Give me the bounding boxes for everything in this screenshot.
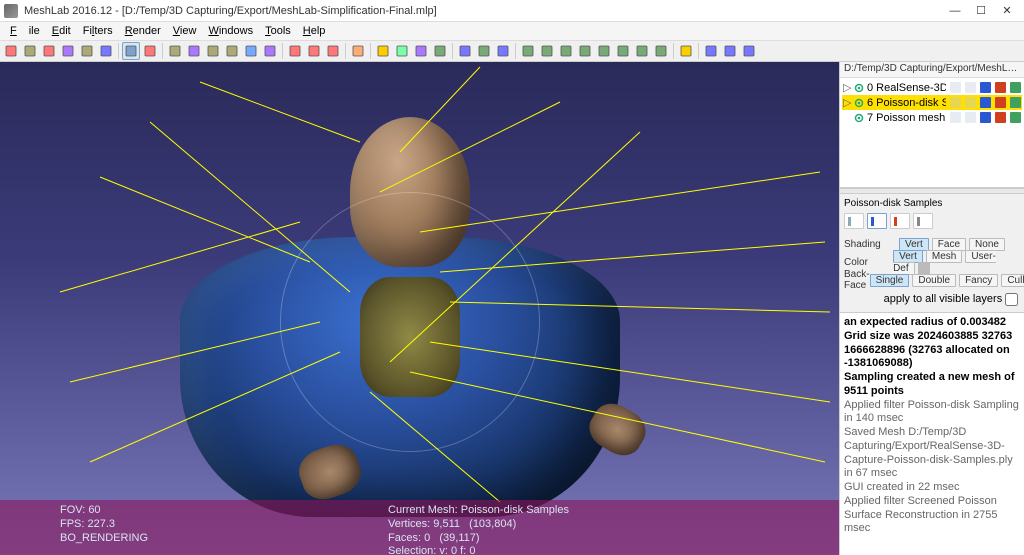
stats-right: Current Mesh: Poisson-disk Samples Verti… [388, 504, 569, 551]
open-button[interactable] [21, 42, 39, 60]
align-button[interactable] [456, 42, 474, 60]
layer-list[interactable]: ▷ 0 RealSense-3D-Capture * ▷ 6 Poisson-disk… [840, 78, 1024, 188]
layer-row[interactable]: 7 Poisson mesh [842, 110, 1022, 125]
filterD-button[interactable] [576, 42, 594, 60]
layer-name: 0 RealSense-3D-Capture * [867, 82, 946, 94]
paint-button[interactable] [494, 42, 512, 60]
rm-tab-2[interactable] [867, 213, 887, 229]
toolbar [0, 40, 1024, 62]
filterA-button[interactable] [519, 42, 537, 60]
menu-bar: File Edit Filters Render View Windows To… [0, 22, 1024, 40]
light-button[interactable] [374, 42, 392, 60]
window-title: MeshLab 2016.12 - [D:/Temp/3D Capturing/… [24, 5, 942, 17]
trackball-arc [280, 192, 540, 452]
project-path: D:/Temp/3D Capturing/Export/MeshLab-Simp… [840, 62, 1024, 78]
layer-name: 6 Poisson-disk Samples [867, 97, 946, 109]
reload-button[interactable] [59, 42, 77, 60]
apply-all-checkbox[interactable] [1005, 293, 1018, 306]
toolY-button[interactable] [721, 42, 739, 60]
new-project-button[interactable] [2, 42, 20, 60]
menu-filters[interactable]: Filters [77, 24, 119, 38]
backface-label: Back-Face [844, 269, 870, 291]
bbox-button[interactable] [166, 42, 184, 60]
selected-layer-name: Poisson-disk Samples [844, 196, 1020, 211]
menu-help[interactable]: Help [297, 24, 332, 38]
toolX-button[interactable] [702, 42, 720, 60]
shading-label: Shading [844, 239, 899, 250]
filterC-button[interactable] [557, 42, 575, 60]
render-mode-tabs [844, 211, 1020, 235]
log-panel[interactable]: an expected radius of 0.003482Grid size … [840, 312, 1024, 555]
filterG-button[interactable] [633, 42, 651, 60]
select-vert-button[interactable] [286, 42, 304, 60]
expand-icon[interactable]: ▷ [843, 96, 851, 109]
show-raster-button[interactable] [141, 42, 159, 60]
layer-properties: Poisson-disk Samples Shading VertFaceNon… [840, 194, 1024, 312]
maximize-button[interactable]: ☐ [968, 2, 994, 20]
points-button[interactable] [185, 42, 203, 60]
mesh-render [170, 117, 650, 507]
menu-file[interactable]: File [4, 24, 46, 38]
backface-button[interactable] [393, 42, 411, 60]
select-face-button[interactable] [305, 42, 323, 60]
filterH-button[interactable] [652, 42, 670, 60]
layer-row[interactable]: ▷ 6 Poisson-disk Samples [842, 95, 1022, 110]
layer-name: 7 Poisson mesh [867, 112, 946, 124]
layer-row[interactable]: ▷ 0 RealSense-3D-Capture * [842, 80, 1022, 95]
measure-button[interactable] [475, 42, 493, 60]
select-conn-button[interactable] [324, 42, 342, 60]
minimize-button[interactable]: — [942, 2, 968, 20]
side-panel: D:/Temp/3D Capturing/Export/MeshLab-Simp… [839, 62, 1024, 555]
wire-button[interactable] [204, 42, 222, 60]
rm-tab-4[interactable] [913, 213, 933, 229]
menu-windows[interactable]: Windows [202, 24, 259, 38]
show-layers-button[interactable] [122, 42, 140, 60]
normals-overlay [0, 62, 839, 555]
expand-icon[interactable]: ▷ [843, 81, 851, 94]
backface-fancy[interactable]: Fancy [959, 274, 998, 287]
workspace: FOV: 60 FPS: 227.3 BO_RENDERING Current … [0, 62, 1024, 555]
eye-icon[interactable] [853, 82, 865, 94]
flat-lines-button[interactable] [242, 42, 260, 60]
color-mesh[interactable]: Mesh [926, 250, 962, 263]
app-icon [4, 4, 18, 18]
menu-render[interactable]: Render [119, 24, 167, 38]
menu-edit[interactable]: Edit [46, 24, 77, 38]
save-button[interactable] [78, 42, 96, 60]
filterB-button[interactable] [538, 42, 556, 60]
title-bar: MeshLab 2016.12 - [D:/Temp/3D Capturing/… [0, 0, 1024, 22]
backface-single[interactable]: Single [870, 274, 910, 287]
filterE-button[interactable] [595, 42, 613, 60]
smooth-button[interactable] [261, 42, 279, 60]
filterF-button[interactable] [614, 42, 632, 60]
backface-double[interactable]: Double [912, 274, 956, 287]
toolZ-button[interactable] [740, 42, 758, 60]
eye-icon[interactable] [853, 97, 865, 109]
texture-button[interactable] [431, 42, 449, 60]
menu-tools[interactable]: Tools [259, 24, 297, 38]
eye-icon[interactable] [853, 112, 865, 124]
import-mesh-button[interactable] [40, 42, 58, 60]
double-button[interactable] [412, 42, 430, 60]
viewport-3d[interactable]: FOV: 60 FPS: 227.3 BO_RENDERING Current … [0, 62, 839, 555]
apply-all-label: apply to all visible layers [884, 293, 1003, 305]
menu-view[interactable]: View [167, 24, 203, 38]
stats-overlay: FOV: 60 FPS: 227.3 BO_RENDERING Current … [0, 500, 839, 555]
stats-left: FOV: 60 FPS: 227.3 BO_RENDERING [60, 504, 148, 551]
close-button[interactable]: ✕ [994, 2, 1020, 20]
color-label: Color [844, 257, 893, 268]
vert-info-button[interactable] [349, 42, 367, 60]
flat-button[interactable] [223, 42, 241, 60]
save-snapshot-button[interactable] [97, 42, 115, 60]
rm-tab-1[interactable] [844, 213, 864, 229]
info-button[interactable] [677, 42, 695, 60]
rm-tab-3[interactable] [890, 213, 910, 229]
backface-cull[interactable]: Cull [1001, 274, 1024, 287]
